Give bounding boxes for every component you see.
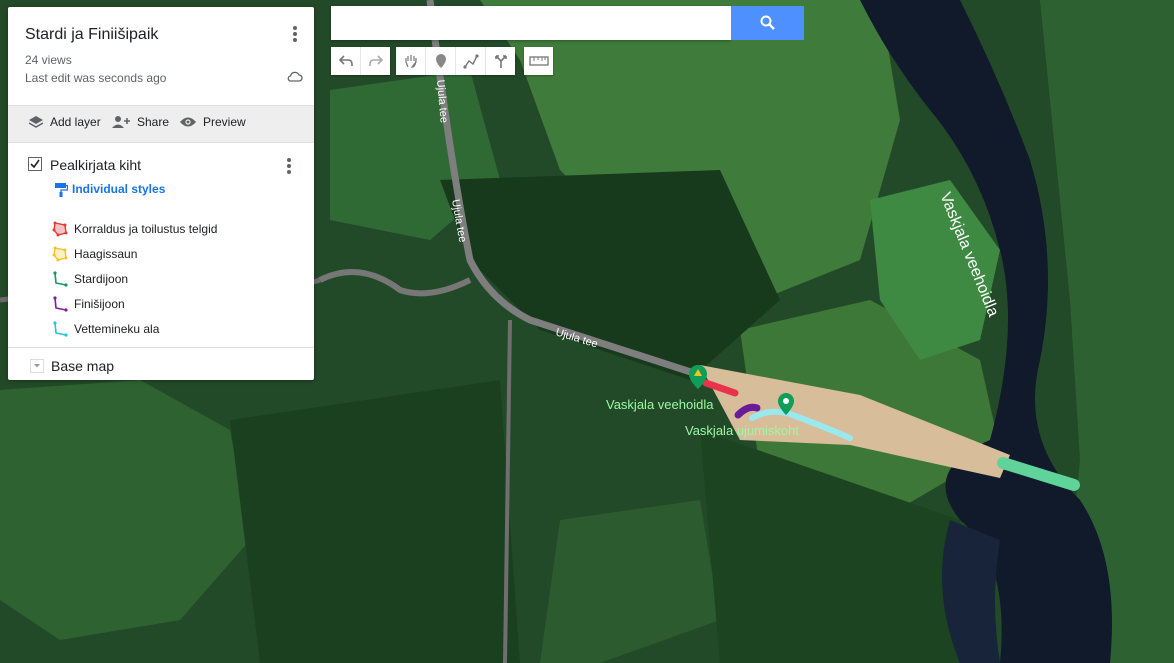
add-layer-label: Add layer bbox=[50, 115, 101, 129]
place-label: Vaskjala veehoidla bbox=[606, 397, 714, 412]
divider bbox=[8, 347, 314, 348]
layer-options-button[interactable] bbox=[281, 156, 297, 178]
feature-label: Haagissaun bbox=[74, 247, 138, 261]
share-button[interactable]: Share bbox=[111, 115, 169, 129]
hand-icon bbox=[404, 55, 417, 68]
individual-styles-link[interactable]: Individual styles bbox=[72, 182, 165, 196]
add-layer-button[interactable]: Add layer bbox=[28, 115, 101, 129]
feature-item[interactable]: Finišijoon bbox=[52, 294, 125, 314]
preview-label: Preview bbox=[203, 115, 246, 129]
feature-item[interactable]: Stardijoon bbox=[52, 269, 128, 289]
polygon-icon bbox=[52, 246, 68, 262]
more-vert-icon bbox=[287, 158, 291, 162]
view-count: 24 views bbox=[25, 53, 72, 67]
base-map-toggle[interactable]: Base map bbox=[30, 358, 114, 374]
preview-button[interactable]: Preview bbox=[179, 115, 246, 129]
polygon-icon bbox=[52, 221, 68, 237]
marker-icon bbox=[435, 54, 446, 68]
share-label: Share bbox=[137, 115, 170, 129]
paint-roller-icon bbox=[55, 183, 68, 197]
map-title[interactable]: Stardi ja Finiišipaik bbox=[25, 26, 158, 44]
chevron-down-icon bbox=[30, 359, 44, 373]
draw-line-button[interactable] bbox=[456, 47, 486, 75]
add-marker-button[interactable] bbox=[426, 47, 456, 75]
feature-item[interactable]: Haagissaun bbox=[52, 244, 137, 264]
measure-toolbar bbox=[524, 47, 553, 75]
layers-icon bbox=[28, 116, 44, 128]
drawing-toolbar bbox=[396, 47, 515, 75]
draw-line-icon bbox=[462, 54, 479, 69]
undo-button[interactable] bbox=[331, 47, 361, 75]
base-map-label: Base map bbox=[51, 358, 115, 374]
layer-visibility-checkbox[interactable] bbox=[28, 157, 42, 171]
eye-icon bbox=[180, 117, 196, 127]
line-icon bbox=[53, 296, 68, 312]
search-icon bbox=[760, 15, 775, 30]
directions-icon bbox=[494, 55, 507, 68]
line-icon bbox=[53, 321, 68, 337]
history-toolbar bbox=[331, 47, 390, 75]
feature-label: Korraldus ja toilustus telgid bbox=[74, 222, 218, 236]
map-options-button[interactable] bbox=[287, 24, 303, 46]
redo-button[interactable] bbox=[361, 47, 390, 75]
layer-title[interactable]: Pealkirjata kiht bbox=[50, 157, 141, 173]
directions-button[interactable] bbox=[486, 47, 515, 75]
feature-label: Finišijoon bbox=[74, 297, 125, 311]
feature-item[interactable]: Korraldus ja toilustus telgid bbox=[52, 219, 217, 239]
undo-icon bbox=[338, 55, 353, 66]
last-edit-status: Last edit was seconds ago bbox=[25, 71, 167, 85]
redo-icon bbox=[368, 55, 383, 66]
panel-actions: Add layer Share Preview bbox=[8, 105, 314, 143]
measure-button[interactable] bbox=[524, 47, 553, 75]
place-label: Vaskjala ujumiskoht bbox=[685, 423, 799, 438]
map-legend-panel: Stardi ja Finiišipaik 24 views Last edit… bbox=[8, 7, 314, 380]
search-input[interactable] bbox=[331, 6, 731, 40]
ruler-icon bbox=[528, 56, 549, 66]
line-icon bbox=[53, 271, 68, 287]
more-vert-icon bbox=[293, 26, 297, 30]
select-button[interactable] bbox=[396, 47, 426, 75]
cloud-saved-icon bbox=[287, 71, 303, 82]
add-person-icon bbox=[112, 116, 130, 128]
feature-label: Stardijoon bbox=[74, 272, 129, 286]
search-button[interactable] bbox=[731, 6, 804, 40]
feature-item[interactable]: Vettemineku ala bbox=[52, 319, 159, 339]
feature-label: Vettemineku ala bbox=[74, 322, 160, 336]
